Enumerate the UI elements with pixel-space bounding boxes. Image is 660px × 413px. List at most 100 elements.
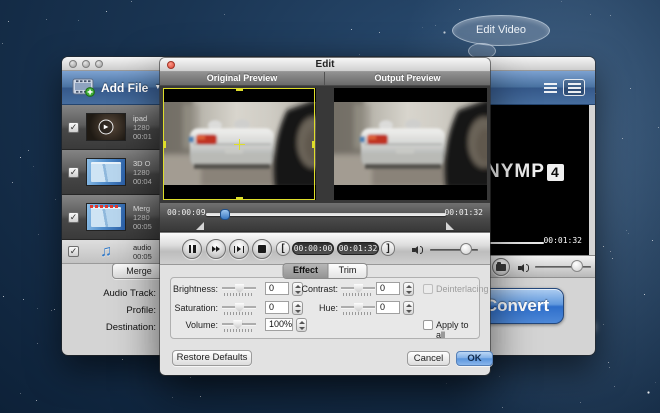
profile-label: Profile:: [66, 305, 161, 316]
dialog-titlebar: Edit: [160, 58, 490, 72]
edit-video-tooltip: Edit Video: [452, 15, 550, 46]
saturation-value[interactable]: 0: [265, 301, 289, 314]
preview-headers: Original Preview Output Preview: [160, 72, 490, 86]
hue-label: Hue:: [290, 303, 338, 313]
effect-trim-tabs: Effect Trim: [283, 263, 368, 279]
file-resolution: 1280: [133, 213, 152, 222]
volume-stepper[interactable]: [296, 318, 307, 332]
saturation-label: Saturation:: [170, 303, 218, 313]
edit-dialog: Edit Original Preview Output Preview 00:…: [160, 58, 490, 375]
apply-to-all-label: Apply to all: [436, 320, 480, 340]
hue-stepper[interactable]: [403, 301, 414, 315]
deinterlacing-label: Deinterlacing: [436, 284, 489, 294]
dialog-volume-knob[interactable]: [460, 243, 472, 255]
pause-button[interactable]: [182, 239, 202, 259]
fast-forward-button[interactable]: [206, 239, 226, 259]
volume-value[interactable]: 100%: [265, 318, 293, 331]
effect-row-volume: Volume: 100% Apply to all: [170, 318, 480, 333]
set-trim-start-button[interactable]: [: [276, 241, 290, 256]
minimize-button[interactable]: [82, 60, 90, 68]
effect-row-brightness-contrast: Brightness: 0 Contrast: 0 Deinterlacing: [170, 282, 480, 297]
book-thumbnail: [86, 158, 126, 186]
seek-track[interactable]: [206, 213, 446, 216]
play-icon: ▶: [99, 120, 114, 135]
file-checkbox[interactable]: ✓: [68, 212, 79, 223]
book-thumbnail: [86, 203, 126, 231]
output-preview-label: Output Preview: [325, 72, 490, 85]
brightness-value[interactable]: 0: [265, 282, 289, 295]
original-preview-panel[interactable]: [163, 88, 316, 200]
open-folder-button[interactable]: [492, 258, 510, 276]
trim-end-marker[interactable]: [446, 222, 454, 230]
crop-handle-top[interactable]: [236, 88, 243, 91]
folder-icon: [496, 264, 506, 271]
output-video-frame: [334, 102, 487, 185]
file-checkbox[interactable]: ✓: [68, 246, 79, 257]
file-resolution: 1280: [133, 123, 152, 132]
cancel-button[interactable]: Cancel: [407, 351, 450, 366]
original-preview-label: Original Preview: [160, 72, 325, 85]
file-duration: 00:05: [133, 222, 152, 231]
list-view-icon[interactable]: [544, 83, 557, 93]
zoom-button[interactable]: [95, 60, 103, 68]
trim-start-display: 00:00:00: [292, 242, 334, 255]
preview-area: [160, 86, 490, 203]
brightness-slider[interactable]: [222, 284, 256, 296]
restore-defaults-button[interactable]: Restore Defaults: [172, 350, 252, 366]
crop-crosshair-icon: [234, 139, 245, 150]
detail-view-icon[interactable]: [563, 79, 585, 96]
main-volume-knob[interactable]: [571, 260, 583, 272]
trim-end-display: 00:01:32: [337, 242, 379, 255]
contrast-slider[interactable]: [341, 284, 375, 296]
playback-controls: [ 00:00:00 00:01:32 ]: [160, 232, 490, 265]
crop-handle-right[interactable]: [312, 141, 315, 148]
output-preview-panel: [334, 88, 487, 200]
seek-knob[interactable]: [220, 209, 230, 220]
tab-effect[interactable]: Effect: [284, 264, 329, 278]
destination-label: Destination:: [66, 322, 161, 333]
crop-handle-bottom[interactable]: [236, 197, 243, 200]
stop-button[interactable]: [252, 239, 272, 259]
merge-button[interactable]: Merge: [112, 263, 166, 279]
add-file-button[interactable]: Add File ▼: [72, 78, 161, 97]
hue-value[interactable]: 0: [376, 301, 400, 314]
file-name: Merg: [133, 204, 152, 213]
audio-track-label: Audio Track:: [66, 288, 161, 299]
trim-start-marker[interactable]: [196, 222, 204, 230]
file-resolution: 1280: [133, 168, 152, 177]
watermark-badge: 4: [547, 164, 564, 181]
apply-to-all-checkbox[interactable]: [423, 320, 433, 330]
effect-row-saturation-hue: Saturation: 0 Hue: 0: [170, 301, 480, 316]
volume-label: Volume:: [170, 320, 218, 330]
contrast-label: Contrast:: [290, 284, 338, 294]
music-note-icon: ♫: [86, 243, 126, 261]
file-duration: 00:05: [133, 252, 152, 261]
tab-trim[interactable]: Trim: [329, 264, 367, 278]
file-duration: 00:01: [133, 132, 152, 141]
crop-handle-left[interactable]: [163, 141, 166, 148]
contrast-stepper[interactable]: [403, 282, 414, 296]
watermark: NYMP 4: [486, 161, 564, 183]
file-name: 3D O: [133, 159, 152, 168]
deinterlacing-checkbox[interactable]: [423, 284, 433, 294]
main-duration: 00:01:32: [543, 236, 582, 245]
play-segment-button[interactable]: [229, 239, 249, 259]
set-trim-end-button[interactable]: ]: [381, 241, 395, 256]
dialog-title: Edit: [160, 58, 490, 72]
volume-effect-slider[interactable]: [222, 320, 256, 332]
add-file-label: Add File: [101, 81, 148, 95]
file-checkbox[interactable]: ✓: [68, 122, 79, 133]
contrast-value[interactable]: 0: [376, 282, 400, 295]
brightness-label: Brightness:: [170, 284, 218, 294]
crop-box[interactable]: [163, 88, 315, 200]
seek-current-time: 00:00:09: [167, 208, 206, 217]
hue-slider[interactable]: [341, 303, 375, 315]
close-button[interactable]: [69, 60, 77, 68]
seek-total-time: 00:01:32: [444, 208, 483, 217]
seek-row: 00:00:09 00:01:32: [160, 203, 490, 232]
ok-button[interactable]: OK: [456, 351, 493, 366]
file-name: ipad: [133, 114, 152, 123]
file-checkbox[interactable]: ✓: [68, 167, 79, 178]
saturation-slider[interactable]: [222, 303, 256, 315]
filmstrip-icon: [72, 78, 96, 97]
